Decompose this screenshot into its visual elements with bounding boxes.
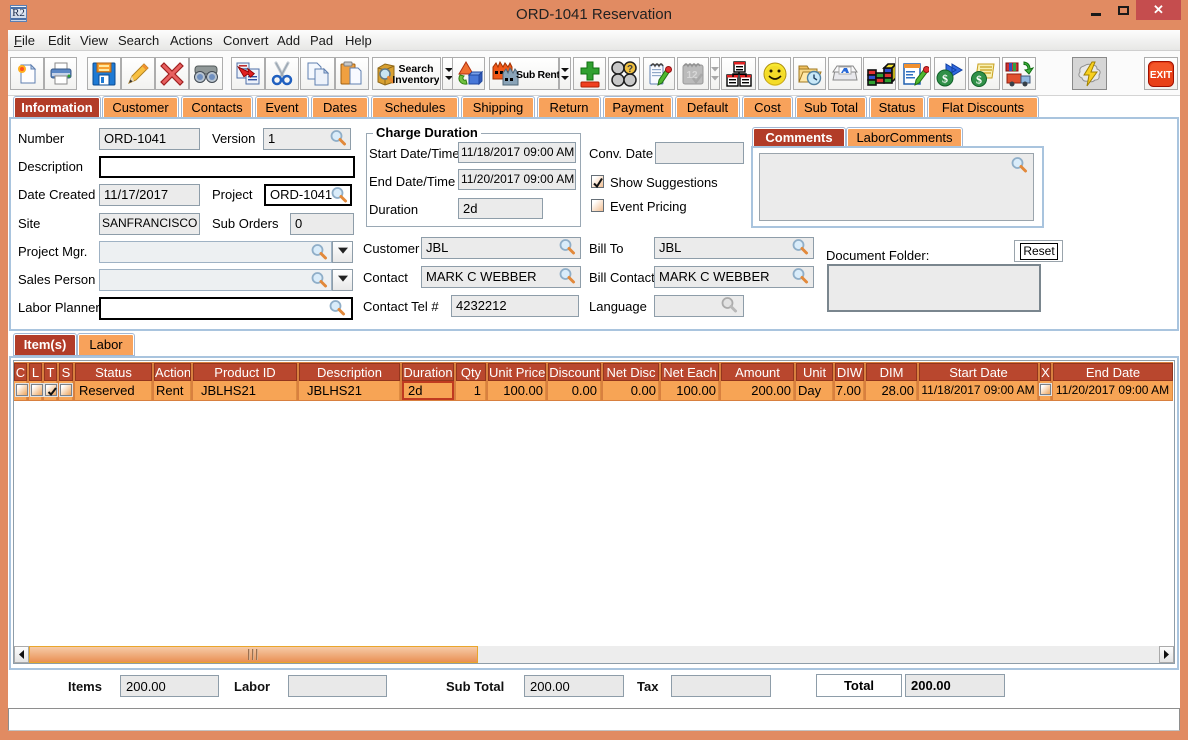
svg-text:$: $ [942,71,948,85]
svg-text:$: $ [976,72,982,86]
svg-text:Sub Rent: Sub Rent [516,69,560,81]
svg-text:EXIT: EXIT [1150,70,1172,81]
svg-text:?: ? [627,64,633,75]
svg-text:Inventory: Inventory [392,74,439,86]
svg-text:12: 12 [686,70,698,81]
